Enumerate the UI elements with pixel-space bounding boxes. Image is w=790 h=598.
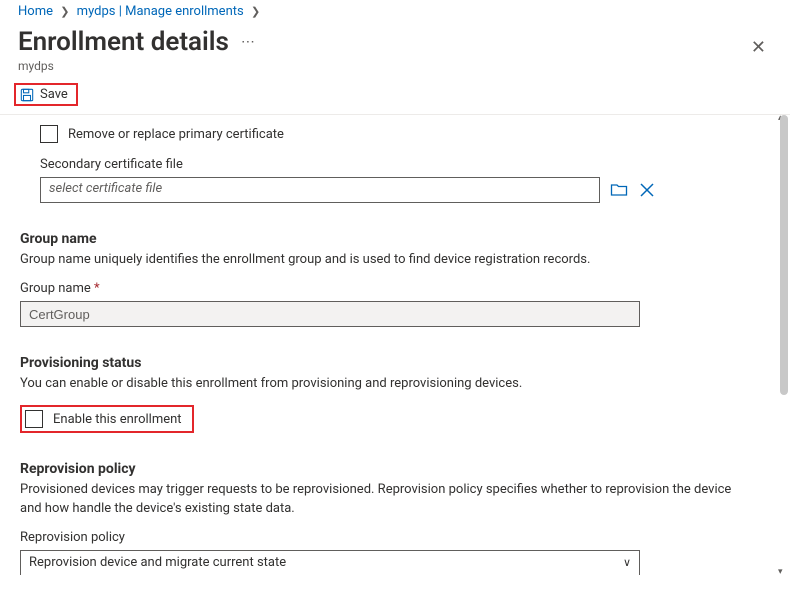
chevron-right-icon: ❯ [251,5,260,18]
required-asterisk: * [94,281,100,296]
secondary-cert-file-input[interactable]: select certificate file [40,177,600,203]
save-button-label: Save [40,87,68,102]
save-button[interactable]: Save [14,83,78,106]
breadcrumb-provisioning[interactable]: mydps | Manage enrollments [77,4,244,19]
primary-cert-checkbox[interactable] [40,125,58,143]
more-options-button[interactable]: ⋯ [241,34,257,50]
page-header: Enrollment details ⋯ mydps ✕ [0,27,790,77]
command-bar: Save [0,77,790,114]
reprovision-policy-value: Reprovision device and migrate current s… [29,555,286,570]
scrollbar-thumb[interactable] [780,115,788,395]
primary-cert-checkbox-label: Remove or replace primary certificate [68,127,284,142]
folder-icon [610,181,628,199]
reprovision-policy-desc: Provisioned devices may trigger requests… [20,481,750,517]
primary-cert-checkbox-row: Remove or replace primary certificate [40,125,750,143]
provisioning-status-title: Provisioning status [20,355,750,371]
group-name-input[interactable] [20,301,640,327]
reprovision-policy-select[interactable]: Reprovision device and migrate current s… [20,550,640,575]
chevron-down-icon: ∨ [623,556,631,569]
enable-enrollment-checkbox[interactable] [25,410,43,428]
reprovision-policy-title: Reprovision policy [20,461,750,477]
breadcrumb-home[interactable]: Home [18,4,53,19]
scroll-down-arrow[interactable]: ▾ [778,567,788,575]
save-icon [20,88,34,102]
scrollbar[interactable]: ▴ ▾ [780,115,788,575]
group-name-section-desc: Group name uniquely identifies the enrol… [20,251,750,269]
reprovision-policy-field-label: Reprovision policy [20,530,750,545]
provisioning-status-desc: You can enable or disable this enrollmen… [20,375,750,393]
clear-cert-button[interactable] [638,181,656,199]
breadcrumb: Home ❯ mydps | Manage enrollments ❯ [0,0,790,27]
content-scroll: Remove or replace primary certificate Se… [0,115,790,575]
close-button[interactable]: ✕ [745,31,772,64]
group-name-field-label: Group name * [20,281,750,296]
browse-folder-button[interactable] [610,181,628,199]
group-name-section-title: Group name [20,231,750,247]
chevron-right-icon: ❯ [60,5,69,18]
enable-enrollment-label: Enable this enrollment [53,412,182,427]
secondary-cert-label: Secondary certificate file [40,157,750,172]
enable-enrollment-checkbox-wrap[interactable]: Enable this enrollment [20,405,194,433]
page-title: Enrollment details [18,27,229,57]
close-icon [639,182,655,198]
page-subtitle: mydps [18,59,257,73]
